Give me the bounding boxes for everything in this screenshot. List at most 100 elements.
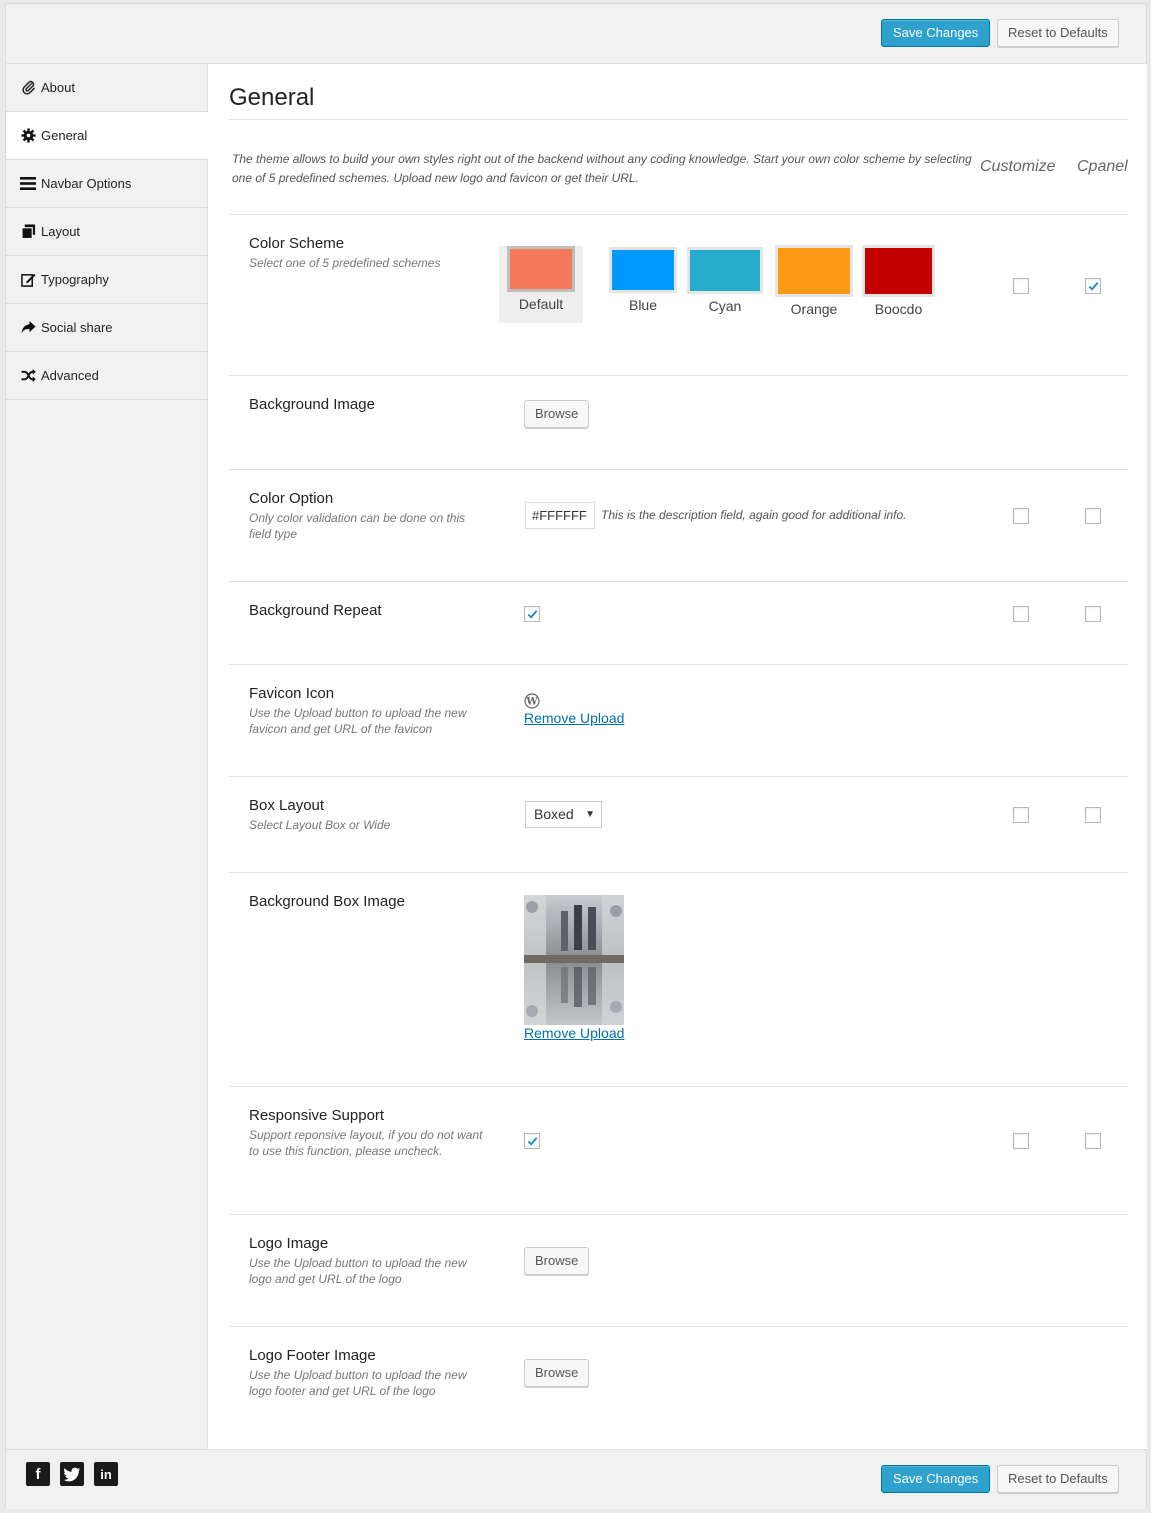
customize-checkbox[interactable] [1013,807,1029,823]
twitter-icon[interactable] [60,1462,84,1486]
options-panel: Save Changes Reset to Defaults About Gen… [5,3,1147,1509]
cpanel-checkbox[interactable] [1085,1133,1101,1149]
setting-label: Logo Footer Image [249,1347,376,1364]
layout-select[interactable]: Boxed ▼ [525,801,602,828]
scheme-option-default[interactable]: Default [499,246,583,323]
cpanel-checkbox[interactable] [1085,278,1101,294]
facebook-icon[interactable]: f [26,1462,50,1486]
sidebar-item-typography[interactable]: Typography [6,256,207,304]
swatch-color [687,247,763,294]
setting-label: Color Scheme [249,235,345,252]
checkmark-icon [527,1137,538,1146]
reset-defaults-button[interactable]: Reset to Defaults [997,1465,1119,1493]
sidebar-item-label: Advanced [41,368,99,383]
setting-label: Color Option [249,490,334,507]
menu-icon [20,176,36,192]
column-header-customize: Customize [980,158,1056,175]
setting-label: Logo Image [249,1235,329,1252]
sidebar-item-about[interactable]: About [6,64,207,112]
checkmark-icon [1088,282,1099,291]
setting-background-image: Background Image Browse [229,375,1128,469]
background-image-preview [524,895,624,1025]
sidebar: About General Navbar Options Layout Typo… [6,64,208,1449]
remove-upload-link[interactable]: Remove Upload [524,1025,624,1041]
share-icon [20,320,36,336]
checkmark-icon [527,610,538,619]
scheme-option-orange[interactable]: Orange [774,245,854,322]
swatch-color [862,245,935,297]
paperclip-icon [20,80,36,96]
setting-description: Use the Upload button to upload the new … [249,1256,467,1286]
top-toolbar: Save Changes Reset to Defaults [6,4,1146,64]
setting-background-repeat: Background Repeat [229,581,1128,664]
save-changes-button[interactable]: Save Changes [881,1465,991,1493]
browse-button[interactable]: Browse [524,1359,590,1387]
sidebar-item-social-share[interactable]: Social share [6,304,207,352]
sidebar-item-advanced[interactable]: Advanced [6,352,207,400]
setting-color-option: Color Option Only color validation can b… [229,469,1128,581]
customize-checkbox[interactable] [1013,606,1029,622]
scheme-option-cyan[interactable]: Cyan [686,247,764,322]
browse-button[interactable]: Browse [524,1247,590,1275]
swatch-label: Default [518,296,564,312]
linkedin-icon[interactable]: in [94,1462,118,1486]
sidebar-item-navbar-options[interactable]: Navbar Options [6,160,207,208]
background-repeat-checkbox[interactable] [524,606,540,622]
setting-logo-footer-image: Logo Footer Image Use the Upload button … [229,1326,1128,1438]
setting-color-scheme: Color Scheme Select one of 5 predefined … [229,214,1128,375]
swatch-label: Cyan [708,298,742,314]
field-note: This is the description field, again goo… [601,508,907,522]
setting-logo-image: Logo Image Use the Upload button to uplo… [229,1214,1128,1326]
setting-description: Only color validation can be done on thi… [249,511,466,541]
swatch-color [775,245,853,297]
cpanel-checkbox[interactable] [1085,807,1101,823]
svg-text:W: W [525,697,538,708]
setting-description: Select one of 5 predefined schemes [249,256,441,270]
setting-responsive-support: Responsive Support Support reponsive lay… [229,1086,1128,1214]
setting-description: Use the Upload button to upload the new … [249,1368,467,1398]
swatch-label: Blue [628,297,658,313]
cpanel-checkbox[interactable] [1085,606,1101,622]
sidebar-item-label: About [41,80,75,95]
gear-icon [20,128,36,144]
setting-label: Responsive Support [249,1107,385,1124]
scheme-option-blue[interactable]: Blue [608,247,678,322]
reset-defaults-button[interactable]: Reset to Defaults [997,19,1119,47]
setting-background-box-image: Background Box Image Remove Upload [229,872,1128,1086]
setting-label: Background Repeat [249,602,382,619]
scheme-option-boocdo[interactable]: Boocdo [861,245,936,322]
setting-label: Background Image [249,396,375,413]
setting-description: Support reponsive layout, if you do not … [249,1128,483,1158]
cpanel-checkbox[interactable] [1085,508,1101,524]
divider [229,119,1128,120]
browse-button[interactable]: Browse [524,400,590,428]
select-value: Boxed [534,806,574,822]
color-input[interactable]: #FFFFFF [525,502,595,529]
sidebar-item-label: Layout [41,224,81,239]
edit-icon [20,272,36,288]
column-header-cpanel: Cpanel [1077,158,1128,175]
setting-description: Select Layout Box or Wide [249,818,391,832]
responsive-support-checkbox[interactable] [524,1133,540,1149]
swatch-label: Orange [790,301,838,317]
swatch-color [609,247,677,293]
setting-label: Favicon Icon [249,685,335,702]
save-changes-button[interactable]: Save Changes [881,19,991,47]
sidebar-item-layout[interactable]: Layout [6,208,207,256]
sidebar-item-label: Navbar Options [41,176,132,191]
setting-description: Use the Upload button to upload the new … [249,706,467,736]
setting-favicon-icon: Favicon Icon Use the Upload button to up… [229,664,1128,776]
shuffle-icon [20,368,36,384]
sidebar-item-label: General [41,128,88,143]
setting-box-layout: Box Layout Select Layout Box or Wide Box… [229,776,1128,872]
bottom-toolbar: f in Save Changes Reset to Defaults [6,1449,1146,1509]
customize-checkbox[interactable] [1013,278,1029,294]
sidebar-item-general[interactable]: General [6,112,208,160]
remove-upload-link[interactable]: Remove Upload [524,710,624,726]
setting-label: Background Box Image [249,893,405,910]
customize-checkbox[interactable] [1013,508,1029,524]
customize-checkbox[interactable] [1013,1133,1029,1149]
swatch-label: Boocdo [874,301,923,317]
dropdown-arrow-icon: ▼ [585,809,595,820]
intro-text: The theme allows to build your own style… [232,152,972,185]
